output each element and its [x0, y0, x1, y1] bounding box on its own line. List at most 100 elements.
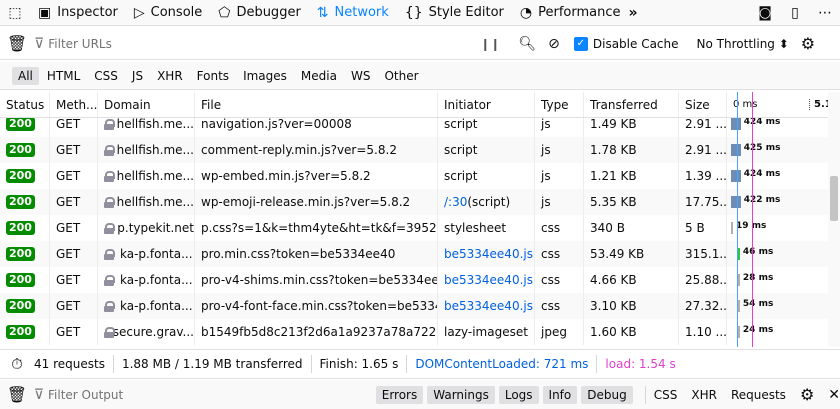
disable-cache-label: Disable Cache	[592, 36, 679, 51]
transferred-cell: 5.35 KB	[584, 189, 679, 215]
lock-icon	[104, 300, 115, 312]
filter-urls-input[interactable]: Filter URLs	[48, 37, 468, 51]
transferred-cell: 4.66 KB	[584, 267, 679, 293]
status-badge: 200	[6, 273, 35, 287]
col-domain[interactable]: Domain	[98, 92, 195, 117]
tab-debugger[interactable]: ⬠ Debugger	[210, 0, 309, 26]
trash-icon[interactable]: 🗑	[0, 385, 34, 404]
console-filter-warnings[interactable]: Warnings	[427, 385, 495, 404]
load-time: load: 1.54 s	[605, 357, 676, 371]
trash-icon[interactable]: 🗑	[0, 34, 34, 53]
throttling-select[interactable]: No Throttling ⬍	[697, 37, 789, 51]
console-filter-errors[interactable]: Errors	[375, 385, 424, 404]
block-icon[interactable]: ⊘	[548, 36, 560, 52]
tab-style-editor[interactable]: {} Style Editor	[397, 0, 512, 26]
type-filter-xhr[interactable]: XHR	[151, 67, 189, 85]
col-transferred[interactable]: Transferred	[584, 92, 679, 117]
transferred-cell: 3.10 KB	[584, 293, 679, 319]
scrollbar-thumb[interactable]	[830, 176, 838, 221]
type-cell: css	[535, 267, 584, 293]
initiator-cell: be5334ee40.js...	[438, 267, 535, 293]
gear-icon[interactable]: ⚙	[801, 34, 815, 53]
tab-performance[interactable]: ◔ Performance	[512, 0, 629, 26]
type-filter-js[interactable]: JS	[126, 67, 149, 85]
filter-output-input[interactable]: Filter Output	[48, 388, 376, 402]
dock-icon[interactable]: ▯	[780, 5, 810, 21]
table-row[interactable]: 200 GET hellfish.me... wp-embed.min.js?ver=…	[0, 163, 828, 189]
initiator-cell: stylesheet	[438, 215, 535, 241]
devtools-tabbar: ⬚ ▣ Inspector ▷ Console ⬠ Debugger ⇅ Network…	[0, 0, 840, 26]
waterfall-time: 24 ms	[742, 325, 774, 335]
search-icon[interactable]: 🔍︎	[518, 36, 536, 52]
pause-icon[interactable]: ❙❙	[480, 37, 500, 51]
disable-cache-checkbox[interactable]: ✓ Disable Cache	[573, 36, 679, 51]
console-filter-debug[interactable]: Debug	[581, 385, 633, 404]
type-filter-other[interactable]: Other	[378, 67, 424, 85]
type-filter-fonts[interactable]: Fonts	[191, 67, 235, 85]
table-row[interactable]: 200 GET secure.grav... b1549fb5d8c213f2d6a1…	[0, 319, 828, 345]
type-filter-media[interactable]: Media	[295, 67, 343, 85]
initiator-cell: script	[438, 163, 535, 189]
status-cell: 200	[0, 189, 50, 215]
table-row[interactable]: 200 GET hellfish.me... wp-emoji-release.min…	[0, 189, 828, 215]
col-initiator[interactable]: Initiator	[438, 92, 535, 117]
type-filter-css[interactable]: CSS	[88, 67, 124, 85]
more-options-icon[interactable]: ⋯	[810, 5, 840, 21]
status-badge: 200	[6, 247, 35, 261]
more-tabs-icon[interactable]: »	[629, 5, 638, 21]
table-scrollbar[interactable]	[828, 92, 840, 347]
domain-cell: ka-p.fonta...	[98, 241, 195, 267]
tab-inspector[interactable]: ▣ Inspector	[30, 0, 126, 26]
tab-console[interactable]: ▷ Console	[126, 0, 210, 26]
checkbox-checked-icon: ✓	[573, 36, 588, 51]
stopwatch-icon[interactable]: ⏱	[0, 355, 34, 373]
type-filter-images[interactable]: Images	[237, 67, 293, 85]
initiator-link[interactable]: /:30	[444, 195, 467, 209]
waterfall-time: 425 ms	[743, 143, 781, 153]
type-filter-all[interactable]: All	[12, 66, 39, 85]
waterfall-time: 46 ms	[742, 247, 774, 257]
col-method[interactable]: Meth...	[50, 92, 98, 117]
table-row[interactable]: 200 GET ka-p.fonta... pro-v4-shims.min.css?…	[0, 267, 828, 293]
close-icon[interactable]: ✕	[828, 387, 840, 403]
table-row[interactable]: 200 GET hellfish.me... comment-reply.min.js…	[0, 137, 828, 163]
console-filter-info[interactable]: Info	[542, 385, 578, 404]
table-row[interactable]: 200 GET p.typekit.net p.css?s=1&k=thm4yte&h…	[0, 215, 828, 241]
console-filter-xhr[interactable]: XHR	[691, 388, 717, 402]
lock-icon	[104, 326, 115, 338]
lock-icon	[104, 144, 115, 156]
col-size[interactable]: Size	[679, 92, 727, 117]
tab-label: Performance	[538, 5, 621, 20]
status-badge: 200	[6, 117, 35, 131]
table-row[interactable]: 200 GET ka-p.fonta... pro-v4-font-face.min.…	[0, 293, 828, 319]
initiator-link[interactable]: be5334ee40.js...	[444, 299, 534, 313]
type-filter-ws[interactable]: WS	[345, 67, 376, 85]
console-icon: ▷	[133, 4, 145, 21]
console-filter-css[interactable]: CSS	[654, 388, 678, 402]
waterfall-cell: 54 ms	[727, 293, 828, 319]
col-file[interactable]: File	[195, 92, 438, 117]
type-filter-html[interactable]: HTML	[41, 67, 86, 85]
initiator-text: script	[444, 169, 478, 183]
console-filter-requests[interactable]: Requests	[731, 388, 786, 402]
size-cell: 27.32...	[679, 293, 727, 319]
console-filter-logs[interactable]: Logs	[498, 385, 539, 404]
file-cell: pro.min.css?token=be5334ee40	[195, 241, 438, 267]
inspector-icon: ▣	[38, 4, 52, 21]
domain-text: hellfish.me...	[116, 117, 194, 131]
waterfall-bar	[737, 326, 740, 338]
waterfall-bar	[731, 118, 741, 130]
col-type[interactable]: Type	[535, 92, 584, 117]
col-waterfall[interactable]: 0 ms5.12	[727, 92, 828, 117]
gear-icon[interactable]: ⚙	[800, 385, 814, 404]
tab-network[interactable]: ⇅ Network	[309, 0, 397, 26]
col-status[interactable]: Status	[0, 92, 50, 117]
waterfall-cell: 422 ms	[727, 189, 828, 215]
initiator-link[interactable]: be5334ee40.js...	[444, 247, 534, 261]
initiator-link[interactable]: be5334ee40.js...	[444, 273, 534, 287]
element-picker-icon[interactable]: ⬚	[0, 5, 30, 21]
performance-icon: ◔	[519, 4, 533, 21]
table-row[interactable]: 200 GET ka-p.fonta... pro.min.css?token=be5…	[0, 241, 828, 267]
screenshot-icon[interactable]: ◙	[750, 5, 780, 21]
load-marker	[752, 92, 753, 347]
